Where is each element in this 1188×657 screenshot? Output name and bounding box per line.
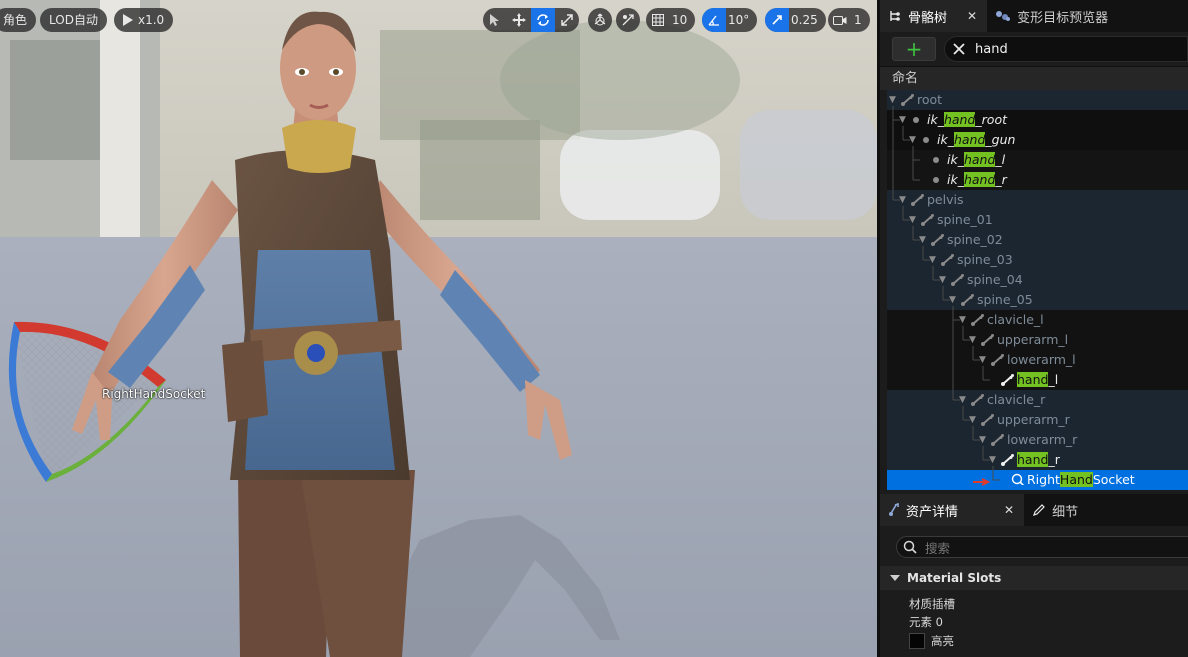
play-speed-chip[interactable]: x1.0 [114, 8, 174, 32]
scene-render [0, 0, 877, 657]
play-speed-value: x1.0 [138, 13, 165, 27]
chevron-down-icon [890, 575, 900, 581]
skeleton-tabbar: 骨骼树 ✕ 变形目标预览器 [880, 0, 1188, 32]
play-icon [123, 14, 133, 26]
character-menu-chip[interactable]: 角色 [0, 8, 37, 32]
rotation-snap-value: 10° [728, 13, 750, 27]
clear-search-icon[interactable] [953, 43, 965, 55]
camera-icon [833, 15, 847, 25]
viewport[interactable]: 角色 LOD自动 x1.0 10 10° 0.25 1 RightHandSoc… [0, 0, 877, 657]
scale-icon [561, 14, 573, 26]
skeleton-tree-icon [890, 11, 900, 21]
grid-icon [652, 14, 664, 26]
rotate-tool-button[interactable] [531, 8, 555, 32]
bone-search-value: hand [975, 41, 1008, 57]
search-icon [903, 540, 917, 554]
angle-icon [708, 15, 719, 26]
grid-snap-value: 10 [672, 13, 688, 27]
coordinate-space-button[interactable] [588, 8, 612, 32]
surface-snap-button[interactable] [616, 8, 640, 32]
highlight-checkbox[interactable] [909, 633, 925, 649]
rotation-snap-group[interactable]: 10° [702, 8, 758, 32]
lod-menu-chip[interactable]: LOD自动 [40, 8, 107, 32]
tab-skeleton-tree-label: 骨骼树 [908, 10, 948, 26]
socket-label: RightHandSocket [102, 387, 206, 401]
details-search-input[interactable]: 搜索 [896, 536, 1188, 558]
transform-tools-group [483, 8, 579, 32]
close-icon[interactable]: ✕ [967, 9, 977, 23]
globe-axes-icon [594, 13, 606, 26]
lod-chip-label: LOD自动 [49, 13, 98, 27]
select-tool-button[interactable] [483, 8, 507, 32]
scale-snap-value: 0.25 [791, 13, 818, 27]
pencil-icon [1033, 504, 1045, 516]
asset-details-icon [889, 503, 899, 516]
name-column-header: 命名 [880, 66, 1188, 90]
details-search-placeholder: 搜索 [925, 540, 951, 556]
camera-speed-value: 1 [854, 13, 862, 27]
bone-tree: ▼ root ▼ ik_hand_root ▼ ik_hand_gun ik_hand_l i… [887, 90, 1188, 490]
details-tabbar: 资产详情 ✕ 细节 [880, 494, 1188, 526]
plus-icon: + [905, 37, 923, 61]
red-arrow-icon [973, 478, 991, 486]
tree-guide-lines [892, 106, 1000, 486]
bone-search-input[interactable]: hand [944, 36, 1188, 62]
add-button[interactable]: + [892, 37, 936, 61]
tab-details[interactable]: 细节 [1024, 494, 1088, 526]
highlight-label: 高亮 [931, 634, 954, 648]
highlight-row: 高亮 [880, 631, 1188, 651]
translate-tool-button[interactable] [507, 8, 531, 32]
details-panel: 资产详情 ✕ 细节 搜索 Material Slots 材质插槽 元素 0 高亮 [880, 494, 1188, 657]
persona-editor-window: 角色 LOD自动 x1.0 10 10° 0.25 1 RightHandSoc… [0, 0, 1188, 657]
character-chip-label: 角色 [3, 13, 28, 27]
cursor-icon [490, 14, 499, 26]
surface-snap-icon [622, 14, 634, 26]
move-icon [512, 13, 526, 27]
rotate-icon [537, 14, 549, 26]
morph-target-icon [996, 11, 1011, 21]
grid-snap-group[interactable]: 10 [646, 8, 696, 32]
right-panel: 骨骼树 ✕ 变形目标预览器 + hand 命名 ▼ root ▼ ik_hand_ro… [877, 0, 1188, 657]
scale-snap-icon [772, 15, 782, 25]
scale-tool-button[interactable] [555, 8, 579, 32]
skeleton-toolbar: + hand [880, 32, 1188, 66]
scale-snap-group[interactable]: 0.25 [765, 8, 826, 32]
tab-morph-preview-label: 变形目标预览器 [1017, 10, 1109, 26]
element-0-label: 元素 0 [909, 615, 943, 629]
tab-skeleton-tree[interactable]: 骨骼树 ✕ [880, 0, 988, 32]
material-slots-label: 材质插槽 [909, 597, 955, 611]
tab-details-label: 细节 [1052, 504, 1079, 520]
tab-asset-details[interactable]: 资产详情 ✕ [880, 494, 1025, 526]
material-slots-title: Material Slots [907, 571, 1002, 585]
close-icon[interactable]: ✕ [1004, 503, 1014, 517]
camera-speed-group[interactable]: 1 [828, 8, 870, 32]
tab-asset-details-label: 资产详情 [906, 504, 959, 520]
material-slots-section[interactable]: Material Slots [880, 566, 1188, 590]
tab-morph-preview[interactable]: 变形目标预览器 [987, 0, 1118, 32]
